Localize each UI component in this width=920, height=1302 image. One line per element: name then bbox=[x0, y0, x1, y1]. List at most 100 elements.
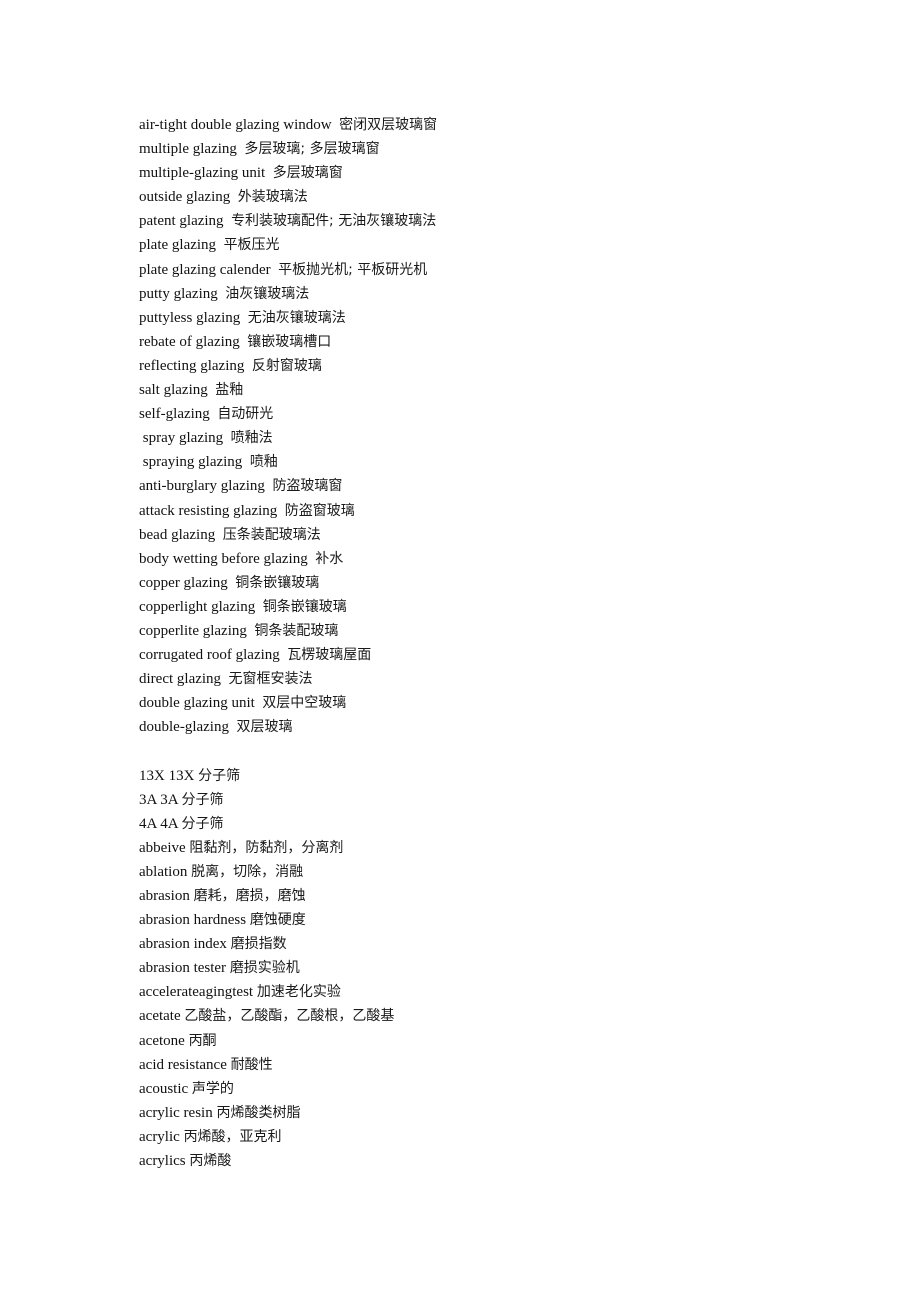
glossary-entry: air-tight double glazing window 密闭双层玻璃窗 bbox=[139, 113, 839, 137]
chinese-translation: 耐酸性 bbox=[230, 1056, 273, 1073]
glossary-entry: abrasion hardness 磨蚀硬度 bbox=[139, 908, 839, 932]
english-term: 3A 3A bbox=[139, 791, 178, 808]
glossary-entry: patent glazing 专利装玻璃配件; 无油灰镶玻璃法 bbox=[139, 209, 839, 233]
glossary-entry: acrylic 丙烯酸，亚克利 bbox=[139, 1125, 839, 1149]
glossary-entry: acrylics 丙烯酸 bbox=[139, 1149, 839, 1173]
chinese-translation: 分子筛 bbox=[198, 767, 241, 784]
glossary-entry: abrasion tester 磨损实验机 bbox=[139, 956, 839, 980]
glossary-entry: 4A 4A 分子筛 bbox=[139, 812, 839, 836]
english-term: acrylic bbox=[139, 1128, 180, 1145]
glossary-entry: plate glazing calender 平板抛光机; 平板研光机 bbox=[139, 258, 839, 282]
glossary-entry: multiple glazing 多层玻璃; 多层玻璃窗 bbox=[139, 137, 839, 161]
english-term: copperlight glazing bbox=[139, 598, 256, 615]
chinese-translation: 瓦楞玻璃屋面 bbox=[287, 647, 372, 664]
chinese-translation: 丙烯酸，亚克利 bbox=[183, 1128, 282, 1145]
glossary-entry: plate glazing 平板压光 bbox=[139, 233, 839, 257]
english-term: acetate bbox=[139, 1008, 181, 1025]
chinese-translation: 平板压光 bbox=[223, 237, 280, 254]
english-term: multiple glazing bbox=[139, 141, 237, 158]
chinese-translation: 铜条嵌镶玻璃 bbox=[235, 574, 320, 591]
general-terms-section: 13X 13X 分子筛 3A 3A 分子筛 4A 4A 分子筛 abbeive 阻黏剂… bbox=[139, 764, 839, 1174]
english-term: 4A 4A bbox=[139, 815, 178, 832]
english-term: acrylics bbox=[139, 1153, 186, 1170]
english-term: outside glazing bbox=[139, 189, 231, 206]
glossary-entry: anti-burglary glazing 防盗玻璃窗 bbox=[139, 474, 839, 498]
glossary-entry: acoustic 声学的 bbox=[139, 1077, 839, 1101]
english-term: self-glazing bbox=[139, 406, 210, 423]
chinese-translation: 自动研光 bbox=[217, 406, 274, 423]
chinese-translation: 防盗窗玻璃 bbox=[284, 502, 355, 519]
english-term: double-glazing bbox=[139, 719, 229, 736]
english-term: double glazing unit bbox=[139, 695, 255, 712]
chinese-translation: 分子筛 bbox=[181, 815, 224, 832]
glossary-entry: bead glazing 压条装配玻璃法 bbox=[139, 523, 839, 547]
glossary-entry: puttyless glazing 无油灰镶玻璃法 bbox=[139, 306, 839, 330]
glossary-entry: self-glazing 自动研光 bbox=[139, 402, 839, 426]
english-term: plate glazing calender bbox=[139, 261, 271, 278]
english-term: abrasion tester bbox=[139, 960, 227, 977]
english-term: reflecting glazing bbox=[139, 357, 245, 374]
glossary-entry: double-glazing 双层玻璃 bbox=[139, 715, 839, 739]
term-separator bbox=[277, 503, 285, 519]
glossary-entry: 3A 3A 分子筛 bbox=[139, 788, 839, 812]
english-term: bead glazing bbox=[139, 526, 216, 543]
glossary-entry: reflecting glazing 反射窗玻璃 bbox=[139, 354, 839, 378]
glossary-entry: copperlite glazing 铜条装配玻璃 bbox=[139, 619, 839, 643]
english-term: plate glazing bbox=[139, 237, 217, 254]
chinese-translation: 丙烯酸类树脂 bbox=[216, 1104, 301, 1121]
chinese-translation: 磨蚀硬度 bbox=[249, 912, 306, 929]
english-term: abrasion bbox=[139, 888, 190, 904]
term-separator bbox=[240, 310, 248, 326]
chinese-translation: 分子筛 bbox=[181, 791, 224, 808]
glossary-entry: copperlight glazing 铜条嵌镶玻璃 bbox=[139, 595, 839, 619]
chinese-translation: 阻黏剂，防黏剂，分离剂 bbox=[189, 839, 344, 856]
chinese-translation: 平板抛光机; 平板研光机 bbox=[278, 261, 428, 278]
glossary-entry: salt glazing 盐釉 bbox=[139, 378, 839, 402]
glossary-entry: acetone 丙酮 bbox=[139, 1029, 839, 1053]
chinese-translation: 多层玻璃; 多层玻璃窗 bbox=[244, 141, 380, 158]
english-term: direct glazing bbox=[139, 671, 222, 688]
term-separator bbox=[230, 189, 238, 205]
english-term: abbeive bbox=[139, 839, 186, 856]
chinese-translation: 铜条装配玻璃 bbox=[254, 622, 339, 639]
term-separator bbox=[221, 671, 229, 687]
english-term: acetone bbox=[139, 1032, 185, 1049]
chinese-translation: 镶嵌玻璃槽口 bbox=[247, 333, 332, 350]
english-term: patent glazing bbox=[139, 213, 224, 230]
english-term: attack resisting glazing bbox=[139, 502, 278, 519]
term-separator bbox=[255, 599, 263, 615]
term-separator bbox=[265, 165, 273, 181]
term-separator bbox=[224, 213, 232, 229]
chinese-translation: 丙烯酸 bbox=[189, 1153, 232, 1170]
english-term: abrasion index bbox=[139, 936, 227, 953]
term-separator bbox=[244, 358, 252, 374]
chinese-translation: 补水 bbox=[315, 550, 344, 567]
glossary-entry: spray glazing 喷釉法 bbox=[139, 426, 839, 450]
english-term: spraying glazing bbox=[139, 454, 243, 471]
english-term: acoustic bbox=[139, 1080, 189, 1097]
term-separator bbox=[223, 430, 231, 446]
english-term: corrugated roof glazing bbox=[139, 647, 280, 664]
english-term: acrylic resin bbox=[139, 1104, 213, 1121]
chinese-translation: 铜条嵌镶玻璃 bbox=[262, 598, 347, 615]
chinese-translation: 双层玻璃 bbox=[236, 719, 293, 736]
glossary-entry: 13X 13X 分子筛 bbox=[139, 764, 839, 788]
english-term: multiple-glazing unit bbox=[139, 165, 266, 182]
glazing-terms-section: air-tight double glazing window 密闭双层玻璃窗 m… bbox=[139, 113, 839, 739]
chinese-translation: 加速老化实验 bbox=[256, 984, 341, 1001]
chinese-translation: 盐釉 bbox=[215, 382, 244, 399]
chinese-translation: 喷釉 bbox=[249, 454, 278, 471]
chinese-translation: 多层玻璃窗 bbox=[272, 165, 343, 182]
chinese-translation: 磨损指数 bbox=[230, 936, 287, 953]
term-separator bbox=[215, 527, 223, 543]
term-separator bbox=[216, 237, 224, 253]
english-term: ablation bbox=[139, 863, 188, 880]
glossary-entry: direct glazing 无窗框安装法 bbox=[139, 667, 839, 691]
glossary-entry: copper glazing 铜条嵌镶玻璃 bbox=[139, 571, 839, 595]
english-term: acid resistance bbox=[139, 1056, 227, 1073]
glossary-entry: body wetting before glazing 补水 bbox=[139, 547, 839, 571]
glossary-entry: multiple-glazing unit 多层玻璃窗 bbox=[139, 161, 839, 185]
english-term: putty glazing bbox=[139, 285, 218, 302]
glossary-entry: acid resistance 耐酸性 bbox=[139, 1053, 839, 1077]
